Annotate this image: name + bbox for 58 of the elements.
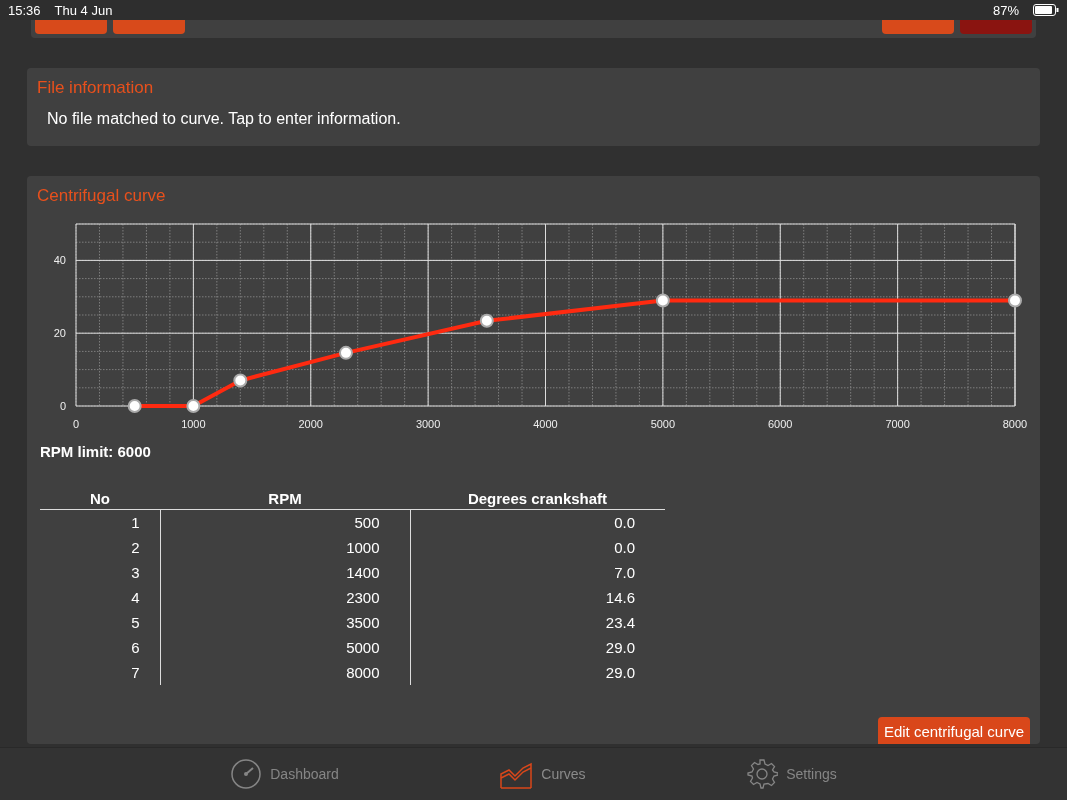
column-header: No [40, 486, 160, 510]
table-cell: 0.0 [410, 535, 665, 560]
x-tick-label: 8000 [1002, 418, 1028, 429]
table-cell: 3 [40, 560, 160, 585]
y-tick-label: 40 [53, 254, 66, 267]
card-title: Centrifugal curve [37, 186, 167, 206]
data-point[interactable] [186, 399, 201, 413]
y-tick-label: 0 [59, 400, 66, 412]
table-cell: 500 [160, 509, 410, 535]
tab[interactable]: Dashboard [230, 758, 339, 790]
column-header: Degrees crankshaft [410, 486, 665, 510]
x-tick-label: 2000 [298, 418, 323, 429]
table-cell: 2300 [160, 585, 410, 610]
tab[interactable]: Settings [746, 758, 837, 790]
table-cell: 5 [40, 610, 160, 635]
table-cell: 5000 [160, 635, 410, 660]
edit-curve-button[interactable]: Edit centrifugal curve [877, 717, 1030, 744]
table-cell: 14.6 [410, 585, 665, 610]
settings-icon [746, 758, 779, 790]
table-cell: 7 [40, 660, 160, 685]
table-cell: 7.0 [410, 560, 665, 585]
table-cell: 29.0 [410, 635, 665, 660]
data-point[interactable] [233, 373, 248, 388]
x-tick-label: 3000 [415, 418, 441, 429]
battery-level: 87% [992, 2, 1019, 18]
data-point[interactable] [1008, 293, 1022, 308]
table-cell: 1000 [160, 535, 410, 560]
data-point[interactable] [479, 313, 494, 328]
x-tick-label: 0 [72, 418, 80, 429]
table-cell: 6 [40, 635, 160, 660]
rpm-limit: RPM limit: 6000 [40, 443, 152, 460]
date: Thu 4 Jun [54, 2, 113, 18]
tab[interactable]: Curves [499, 758, 586, 790]
table-cell: 4 [40, 585, 160, 610]
battery-icon [1033, 4, 1059, 16]
data-point[interactable] [655, 293, 670, 308]
table-cell: 2 [40, 535, 160, 560]
x-tick-label: 6000 [768, 418, 793, 429]
card-title: File information [37, 78, 155, 98]
clock: 15:36 [8, 2, 41, 18]
x-tick-label: 1000 [181, 418, 206, 429]
gauge-icon [230, 758, 263, 790]
table-cell: 29.0 [410, 660, 665, 685]
table-cell: 3500 [160, 610, 410, 635]
file-info-message: No file matched to curve. Tap to enter information. [46, 109, 402, 129]
data-point[interactable] [338, 345, 353, 360]
table-cell: 0.0 [410, 509, 665, 535]
table-cell: 1 [40, 509, 160, 535]
x-tick-label: 4000 [533, 418, 558, 429]
column-header: RPM [160, 486, 410, 510]
data-point[interactable] [127, 399, 142, 413]
table-cell: 1400 [160, 560, 410, 585]
table-cell: 23.4 [410, 610, 665, 635]
x-tick-label: 7000 [885, 418, 910, 429]
y-tick-label: 20 [53, 327, 66, 340]
table-cell: 8000 [160, 660, 410, 685]
x-tick-label: 5000 [650, 418, 676, 429]
file-info-card[interactable]: File information No file matched to curve. Tap to enter information. [27, 68, 1040, 146]
